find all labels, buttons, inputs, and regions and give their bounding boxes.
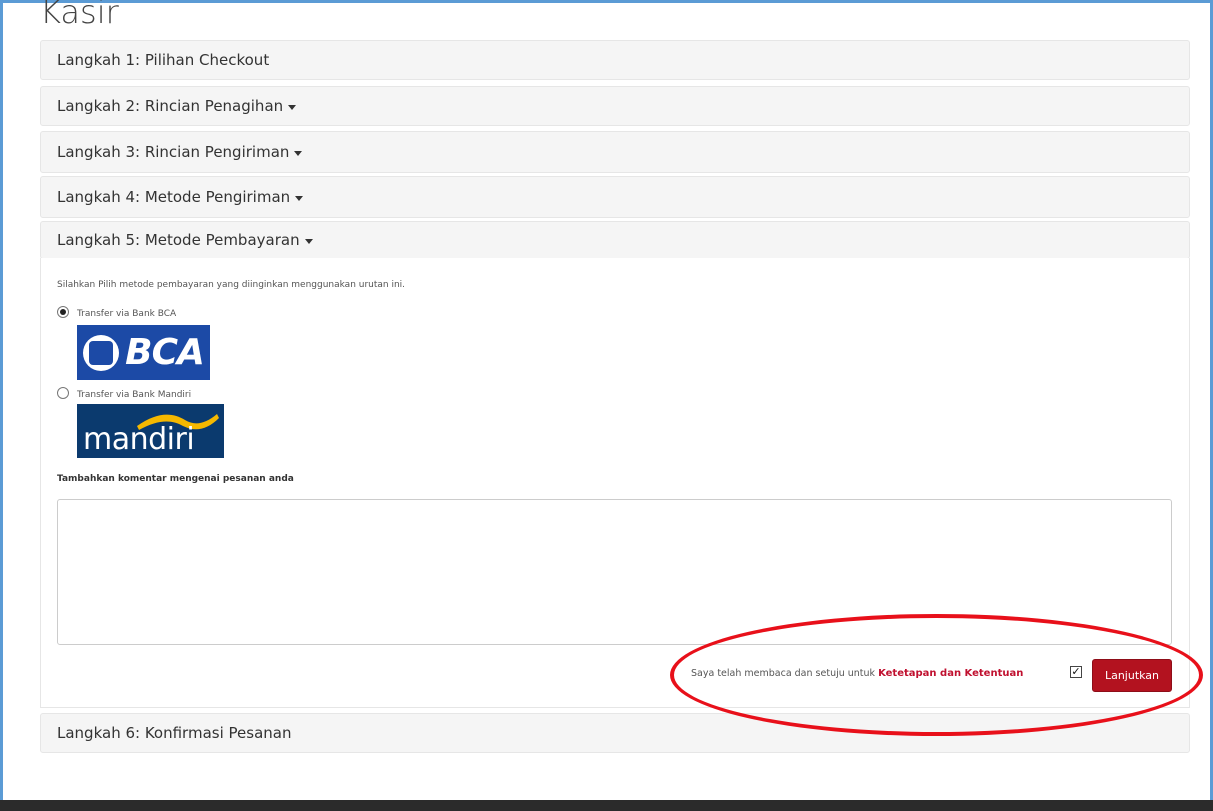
step-3-label: Langkah 3: Rincian Pengiriman <box>57 143 290 161</box>
step-4-heading[interactable]: Langkah 4: Metode Pengiriman <box>40 176 1190 218</box>
step-2-heading[interactable]: Langkah 2: Rincian Penagihan <box>40 86 1190 126</box>
step-4-label: Langkah 4: Metode Pengiriman <box>57 188 291 206</box>
comment-label: Tambahkan komentar mengenai pesanan anda <box>57 474 294 484</box>
agreement-prefix: Saya telah membaca dan setuju untuk <box>691 668 879 679</box>
mandiri-logo-text: mandiri <box>83 422 195 457</box>
caret-down-icon <box>294 150 303 156</box>
step-5-heading[interactable]: Langkah 5: Metode Pembayaran <box>40 221 1190 259</box>
caret-down-icon <box>304 238 313 244</box>
caret-down-icon <box>295 195 304 201</box>
mandiri-radio[interactable] <box>57 387 69 399</box>
taskbar-strip <box>0 800 1213 811</box>
continue-button[interactable]: Lanjutkan <box>1092 659 1172 692</box>
bca-radio[interactable] <box>57 306 69 318</box>
step-2-label: Langkah 2: Rincian Penagihan <box>57 97 284 115</box>
step-6-heading[interactable]: Langkah 6: Konfirmasi Pesanan <box>40 713 1190 753</box>
mandiri-logo: mandiri <box>77 404 224 458</box>
page-title: Kasir <box>40 0 119 31</box>
step-1-heading[interactable]: Langkah 1: Pilihan Checkout <box>40 40 1190 80</box>
step-3-heading[interactable]: Langkah 3: Rincian Pengiriman <box>40 131 1190 173</box>
step-6-label: Langkah 6: Konfirmasi Pesanan <box>57 724 292 742</box>
agree-checkbox[interactable]: ✓ <box>1070 666 1082 678</box>
terms-link[interactable]: Ketetapan dan Ketentuan <box>878 668 1023 679</box>
step-5-label: Langkah 5: Metode Pembayaran <box>57 231 300 249</box>
radio-selected-dot <box>60 309 66 315</box>
bca-logo: BCA <box>77 325 210 380</box>
bca-emblem-icon <box>83 334 120 371</box>
mandiri-option-label[interactable]: Transfer via Bank Mandiri <box>77 390 191 400</box>
bca-option-label[interactable]: Transfer via Bank BCA <box>77 309 176 319</box>
caret-down-icon <box>288 104 297 110</box>
step-1-label: Langkah 1: Pilihan Checkout <box>57 51 270 69</box>
agreement-text: Saya telah membaca dan setuju untuk Kete… <box>691 668 1023 679</box>
bca-logo-text: BCA <box>125 332 205 373</box>
payment-intro-text: Silahkan Pilih metode pembayaran yang di… <box>57 280 406 290</box>
comment-textarea[interactable] <box>57 499 1172 645</box>
